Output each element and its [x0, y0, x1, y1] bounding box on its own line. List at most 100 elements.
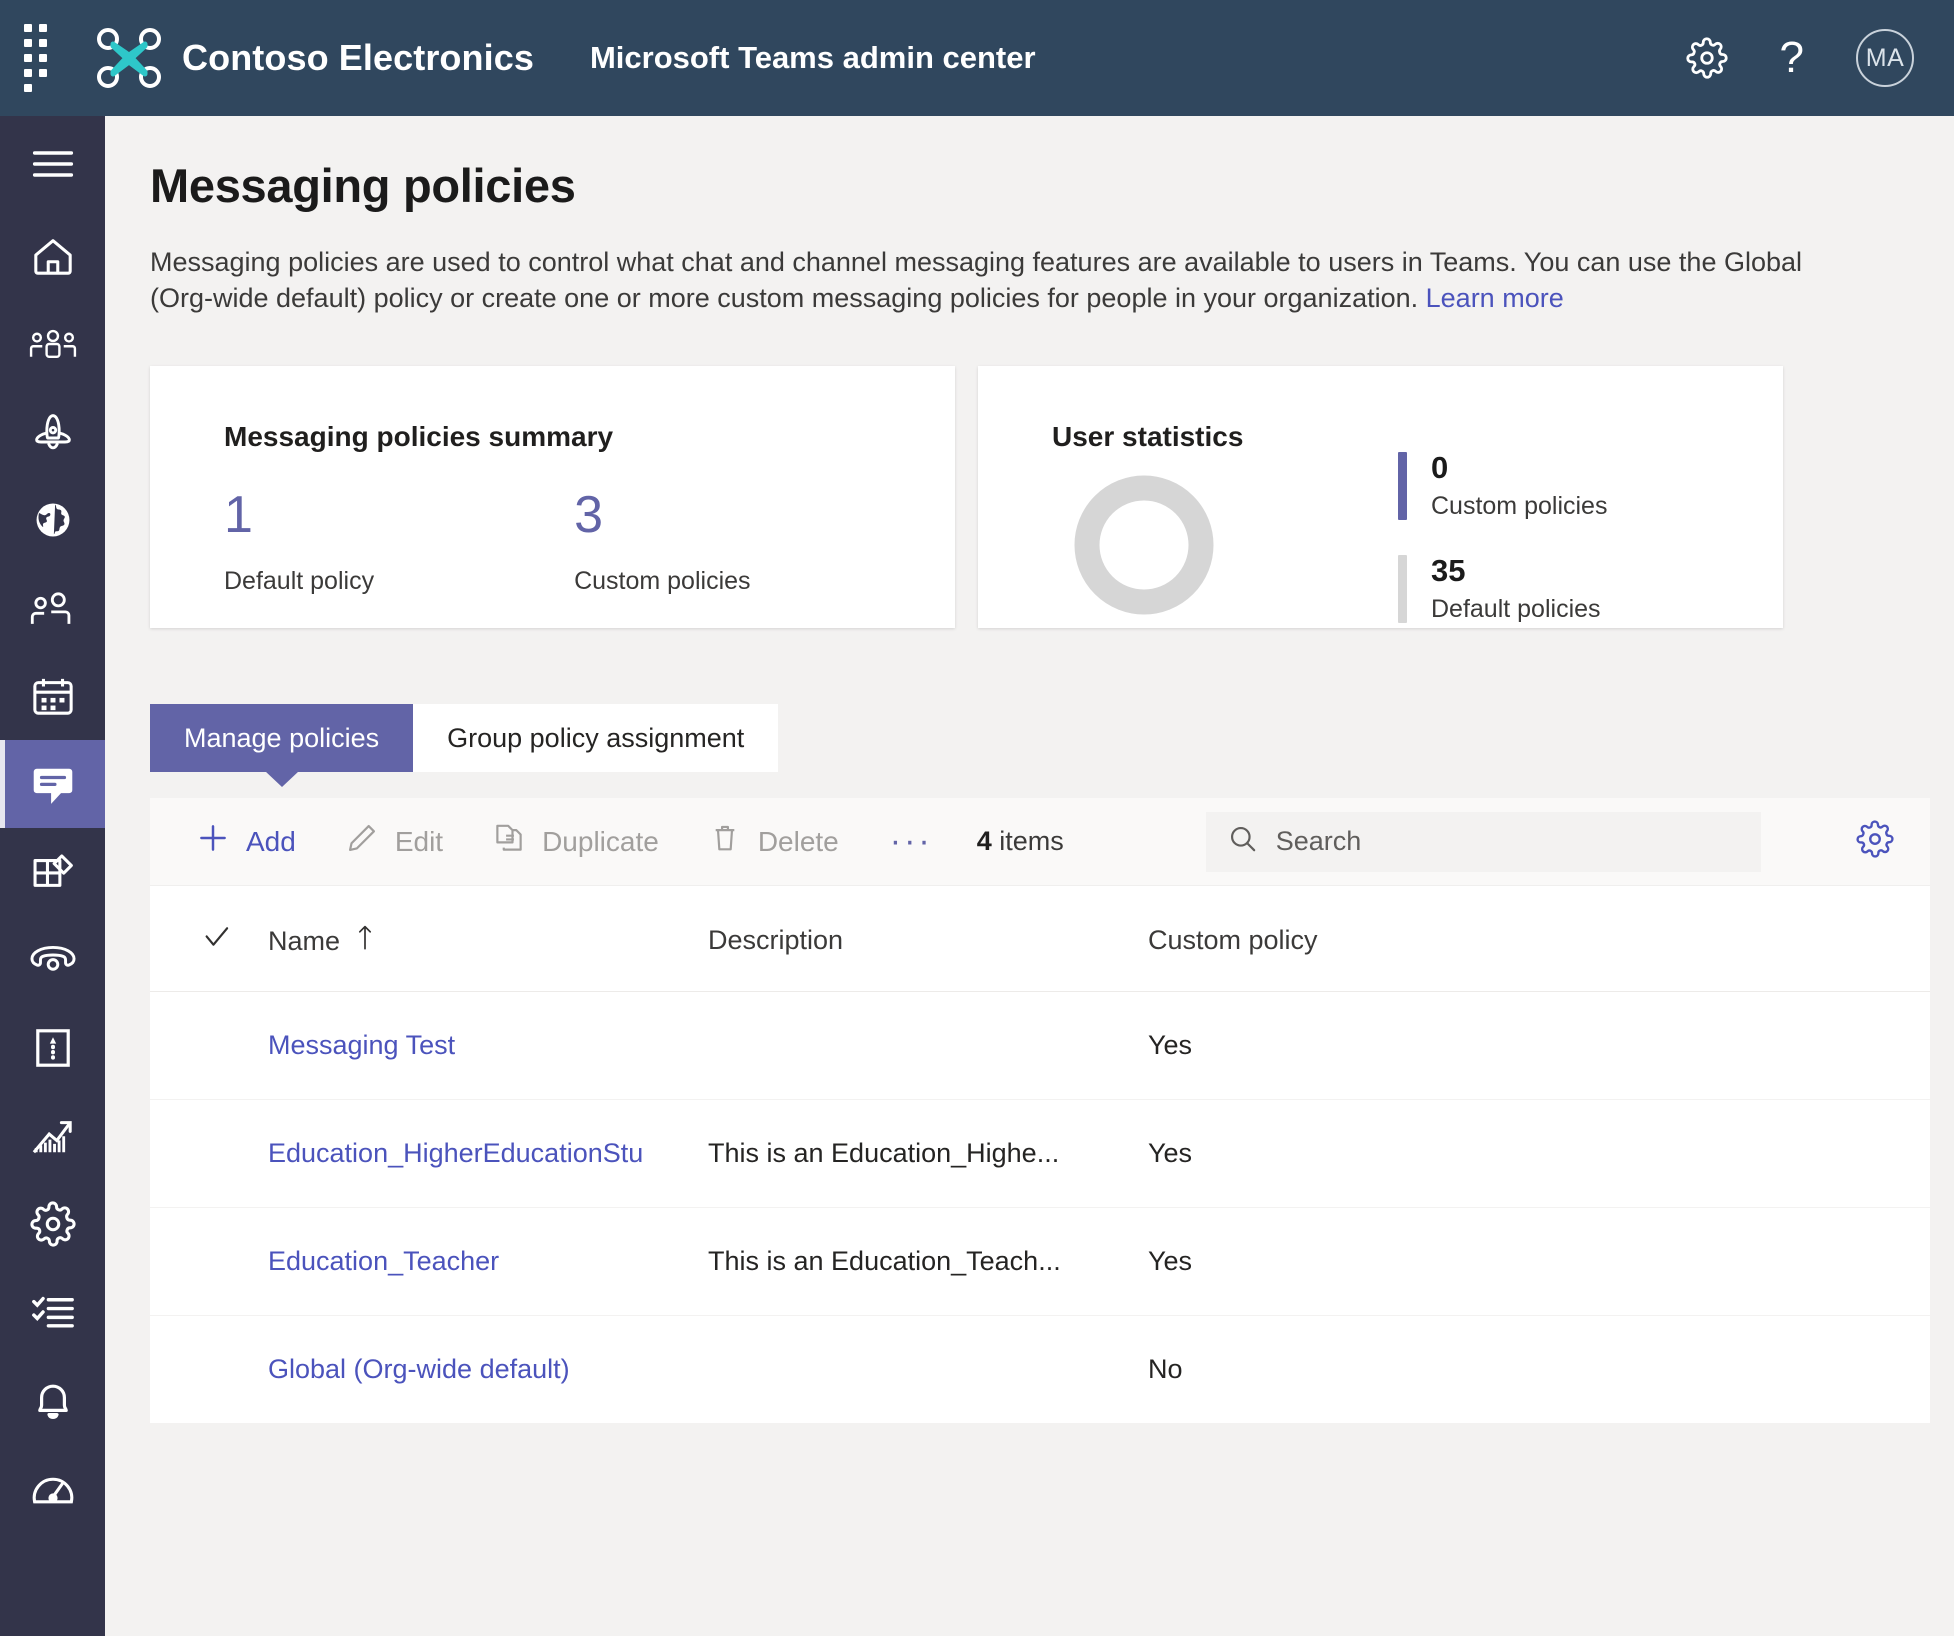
waffle-dot	[24, 24, 32, 32]
gear-icon	[29, 1201, 76, 1247]
column-header-name-label: Name	[268, 926, 341, 957]
waffle-dot	[39, 24, 47, 32]
column-header-name[interactable]: Name	[268, 886, 708, 993]
sidebar-item-users[interactable]	[0, 564, 105, 652]
table-row[interactable]: Education_Teacher This is an Education_T…	[150, 1207, 1930, 1317]
app-title: Microsoft Teams admin center	[589, 40, 1036, 75]
row-checkbox[interactable]	[150, 1099, 268, 1209]
messaging-icon	[30, 763, 76, 805]
table-row[interactable]: Global (Org-wide default) No	[150, 1316, 1930, 1424]
legend-swatch	[1398, 452, 1407, 521]
tab-manage-policies[interactable]: Manage policies	[150, 704, 414, 773]
waffle-dot	[39, 54, 47, 62]
page-description: Messaging policies are used to control w…	[150, 245, 1850, 316]
sidebar-item-teams-apps[interactable]	[0, 828, 105, 916]
cell-name[interactable]: Education_Teacher	[268, 1207, 708, 1317]
sidebar-item-policy-packages[interactable]	[0, 1004, 105, 1092]
cell-custom-policy: No	[1148, 1354, 1183, 1385]
pencil-icon	[346, 822, 378, 861]
column-header-custom-policy[interactable]: Custom policy	[1148, 886, 1930, 993]
card-title: Messaging policies summary	[224, 421, 614, 453]
cell-custom-policy: Yes	[1148, 1207, 1930, 1317]
cell-name[interactable]: Global (Org-wide default)	[268, 1316, 708, 1424]
table-header: Name Description Custom policy	[150, 886, 1930, 993]
hamburger-icon	[31, 147, 75, 181]
sidebar-item-planning[interactable]	[0, 1268, 105, 1356]
messaging-policies-summary-card: Messaging policies summary 1 Default pol…	[150, 366, 955, 629]
waffle-dot	[24, 54, 32, 62]
add-button[interactable]: Add	[172, 798, 321, 886]
more-options-button[interactable]: ···	[864, 822, 959, 861]
stat-label: Default policy	[224, 567, 375, 596]
page-title: Messaging policies	[150, 159, 576, 212]
cell-name[interactable]: Education_HigherEducationStu	[268, 1099, 708, 1209]
search-icon	[1228, 824, 1258, 859]
summary-stats: 1 Default policy 3 Custom policies	[224, 489, 955, 596]
analytics-icon	[30, 1115, 76, 1157]
card-title: User statistics	[1052, 421, 1244, 453]
select-all-checkbox[interactable]	[150, 886, 268, 993]
learn-more-link[interactable]: Learn more	[1426, 283, 1564, 313]
cell-description	[708, 1316, 1148, 1424]
sidebar-item-locations[interactable]	[0, 476, 105, 564]
teams-icon	[29, 326, 77, 362]
legend-item-default-policies: 35 Default policies	[1398, 555, 1607, 624]
brand[interactable]: Contoso Electronics	[96, 27, 534, 89]
top-bar-actions: ? MA	[1685, 29, 1954, 87]
users-icon	[30, 589, 76, 627]
waffle-dot	[24, 84, 32, 92]
org-name: Contoso Electronics	[182, 37, 534, 78]
plus-icon	[197, 822, 229, 861]
cell-description: This is an Education_Highe...	[708, 1099, 1148, 1209]
tab-group-policy-assignment[interactable]: Group policy assignment	[413, 704, 779, 773]
sidebar-item-devices[interactable]	[0, 388, 105, 476]
help-icon[interactable]: ?	[1780, 36, 1804, 80]
legend-value: 35	[1431, 553, 1466, 589]
table-row[interactable]: Messaging Test Yes	[150, 991, 1930, 1101]
cell-name[interactable]: Messaging Test	[268, 991, 708, 1101]
sidebar-item-messaging-policies[interactable]	[0, 740, 105, 828]
search-input[interactable]	[1273, 825, 1739, 859]
table-row[interactable]: Education_HigherEducationStu This is an …	[150, 1099, 1930, 1209]
row-checkbox[interactable]	[150, 1207, 268, 1317]
sidebar-item-analytics-reports[interactable]	[0, 1092, 105, 1180]
duplicate-label: Duplicate	[542, 825, 659, 857]
waffle-dot	[39, 39, 47, 47]
sidebar-item-call-quality-dashboard[interactable]	[0, 1444, 105, 1532]
duplicate-button[interactable]: Duplicate	[468, 798, 684, 886]
sort-ascending-icon	[356, 924, 374, 957]
sidebar-item-voice[interactable]	[0, 916, 105, 1004]
column-header-description[interactable]: Description	[708, 886, 1148, 993]
app-launcher-icon[interactable]	[18, 18, 64, 98]
voice-icon	[29, 942, 77, 978]
cell-description	[708, 991, 1148, 1101]
search-box[interactable]	[1205, 811, 1761, 872]
gauge-icon	[30, 1468, 76, 1508]
add-label: Add	[246, 825, 296, 857]
main-content: Messaging policies Messaging policies ar…	[105, 116, 1954, 1636]
sidebar-item-menu[interactable]	[0, 116, 105, 212]
item-count-number: 4	[976, 826, 992, 857]
sidebar-item-notifications-alerts[interactable]	[0, 1356, 105, 1444]
policy-package-icon	[31, 1026, 75, 1070]
duplicate-icon	[493, 822, 525, 861]
sidebar-item-org-wide-settings[interactable]	[0, 1180, 105, 1268]
sidebar-item-teams[interactable]	[0, 300, 105, 388]
home-icon	[30, 235, 76, 277]
avatar[interactable]: MA	[1856, 29, 1914, 87]
column-settings-icon[interactable]	[1856, 820, 1930, 863]
user-statistics-legend: 0 Custom policies 35 Default policies	[1398, 452, 1607, 658]
row-checkbox[interactable]	[150, 991, 268, 1101]
sidebar-item-meetings[interactable]	[0, 652, 105, 740]
devices-icon	[30, 412, 76, 452]
delete-button[interactable]: Delete	[684, 798, 864, 886]
sidebar-item-dashboard[interactable]	[0, 212, 105, 300]
row-checkbox[interactable]	[150, 1316, 268, 1424]
edit-button[interactable]: Edit	[321, 798, 468, 886]
user-statistics-card: User statistics 0 Custom policies 35 Def…	[978, 366, 1783, 629]
gear-icon[interactable]	[1685, 37, 1728, 79]
stat-default-policy: 1 Default policy	[224, 489, 374, 596]
stat-value: 1	[224, 486, 253, 545]
policy-tabs: Manage policies Group policy assignment	[150, 704, 1954, 773]
stat-label: Custom policies	[574, 567, 751, 596]
